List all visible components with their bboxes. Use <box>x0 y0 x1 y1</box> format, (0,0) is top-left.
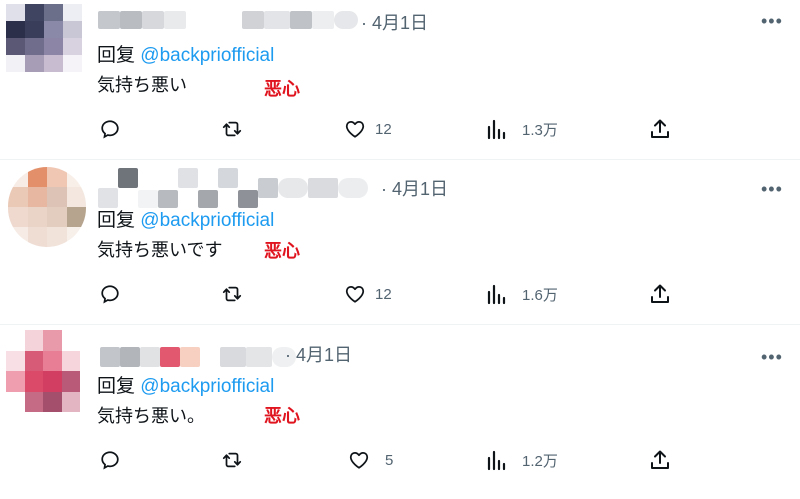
tweet[interactable]: · 4月1日 ••• 回复 @backpriofficial 気持ち悪い。 恶心… <box>0 325 800 499</box>
tweet[interactable]: · 4月1日 ••• 回复 @backpriofficial 気持ち悪いです 恶… <box>0 160 800 325</box>
tweet-text: 気持ち悪いです <box>97 240 223 260</box>
reply-button[interactable] <box>99 283 121 305</box>
like-count: 12 <box>375 120 392 138</box>
reply-icon <box>101 451 119 470</box>
retweet-button[interactable] <box>220 118 244 140</box>
share-icon <box>651 450 669 469</box>
analytics-icon <box>487 119 506 140</box>
reply-handle-link[interactable]: @backpriofficial <box>140 376 274 397</box>
analytics-icon <box>487 450 506 471</box>
avatar[interactable] <box>6 4 82 72</box>
reply-icon <box>101 120 119 139</box>
tweet-date[interactable]: · 4月1日 <box>361 12 428 34</box>
share-button[interactable] <box>650 283 670 305</box>
more-options-icon[interactable]: ••• <box>761 348 783 366</box>
retweet-button[interactable] <box>220 449 244 471</box>
share-button[interactable] <box>650 118 670 140</box>
more-options-icon[interactable]: ••• <box>761 180 783 198</box>
analytics-icon <box>487 284 506 305</box>
reply-button[interactable] <box>99 449 121 471</box>
share-icon <box>651 284 669 303</box>
share-button[interactable] <box>650 449 670 471</box>
translation-annotation: 恶心 <box>264 406 300 426</box>
reply-context: 回复 @backpriofficial <box>97 375 274 399</box>
heart-icon <box>349 451 369 469</box>
reply-prefix: 回复 <box>97 210 141 231</box>
reply-context: 回复 @backpriofficial <box>97 44 274 68</box>
views-button[interactable]: 1.3万 <box>487 118 558 140</box>
tweet[interactable]: · 4月1日 ••• 回复 @backpriofficial 気持ち悪い 恶心 … <box>0 0 800 160</box>
display-name-redacted[interactable] <box>100 346 296 368</box>
tweet-text: 気持ち悪い <box>97 75 187 95</box>
like-button[interactable]: 12 <box>344 283 392 305</box>
display-name-redacted[interactable] <box>98 10 358 30</box>
tweet-date[interactable]: · 4月1日 <box>381 178 448 200</box>
view-count: 1.3万 <box>522 121 558 139</box>
translation-annotation: 恶心 <box>264 79 300 99</box>
reply-icon <box>101 285 119 304</box>
reply-context: 回复 @backpriofficial <box>97 209 274 233</box>
views-button[interactable]: 1.6万 <box>487 283 558 305</box>
heart-icon <box>345 285 365 303</box>
reply-button[interactable] <box>99 118 121 140</box>
heart-icon <box>345 120 365 138</box>
reply-handle-link[interactable]: @backpriofficial <box>140 210 274 231</box>
reply-handle-link[interactable]: @backpriofficial <box>140 45 274 66</box>
tweet-text: 気持ち悪い。 <box>97 406 205 426</box>
more-options-icon[interactable]: ••• <box>761 12 783 30</box>
reply-prefix: 回复 <box>97 376 141 397</box>
translation-annotation: 恶心 <box>264 241 300 261</box>
view-count: 1.2万 <box>522 452 558 470</box>
like-button[interactable]: 12 <box>344 118 392 140</box>
like-count: 5 <box>385 451 394 469</box>
retweet-icon <box>222 121 242 137</box>
avatar[interactable] <box>6 330 80 412</box>
like-count: 12 <box>375 285 392 303</box>
avatar[interactable] <box>8 167 86 247</box>
share-icon <box>651 119 669 138</box>
views-button[interactable]: 1.2万 <box>487 449 558 471</box>
retweet-icon <box>222 286 242 302</box>
view-count: 1.6万 <box>522 286 558 304</box>
tweet-date[interactable]: · 4月1日 <box>285 344 352 366</box>
display-name-redacted[interactable] <box>98 168 368 208</box>
reply-prefix: 回复 <box>97 45 141 66</box>
like-button[interactable]: 5 <box>348 449 393 471</box>
retweet-button[interactable] <box>220 283 244 305</box>
retweet-icon <box>222 452 242 468</box>
